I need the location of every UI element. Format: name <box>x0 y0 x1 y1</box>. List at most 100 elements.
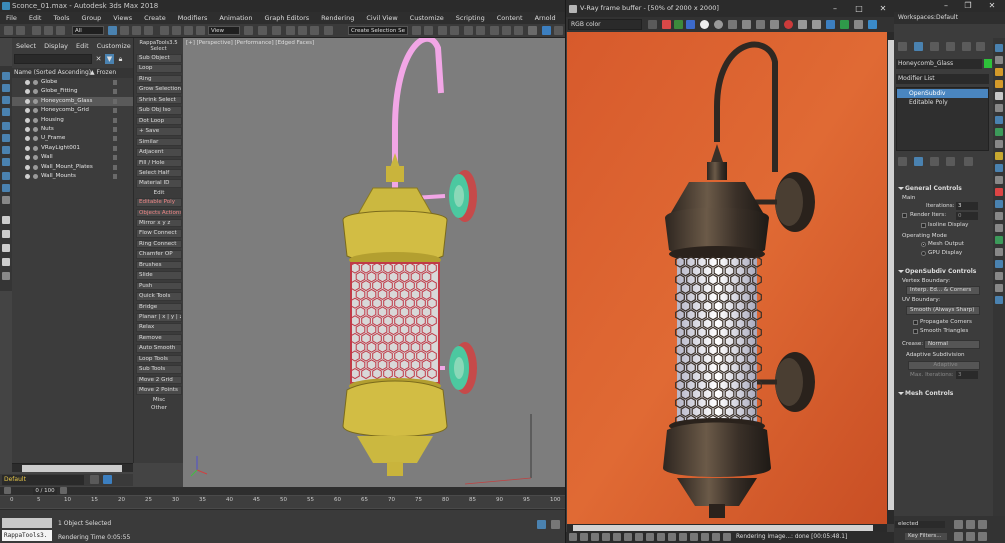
snap-3d-icon[interactable] <box>272 26 281 35</box>
spinner-snap-icon[interactable] <box>310 26 319 35</box>
list-item[interactable]: Honeycomb_Glass <box>12 96 133 107</box>
time-slider[interactable]: 0 / 100 0 5 10 15 20 25 30 35 40 45 50 55 60 65 70 75 80… <box>0 487 565 509</box>
rappa-button-remove[interactable]: Remove <box>136 333 182 343</box>
mirror-icon[interactable] <box>412 26 421 35</box>
move-icon[interactable] <box>160 26 169 35</box>
side-tool-icon[interactable] <box>995 104 1003 112</box>
edit-named-selection-icon[interactable] <box>324 26 333 35</box>
modify-tab-icon[interactable] <box>914 42 923 51</box>
vfb-status-icon-6[interactable] <box>624 533 632 541</box>
render-production-icon[interactable] <box>528 26 537 35</box>
list-icon[interactable] <box>2 230 10 238</box>
side-tool-icon[interactable] <box>995 164 1003 172</box>
rappa-button-move-2-grid[interactable]: Move 2 Grid <box>136 375 182 385</box>
freeze-icon[interactable] <box>113 145 117 151</box>
layers-icon[interactable] <box>2 108 10 116</box>
smooth-triangles-checkbox[interactable] <box>913 329 918 334</box>
freeze-icon[interactable] <box>113 80 117 85</box>
menu-item-customize[interactable]: Customize <box>404 14 450 22</box>
vfb-status-icon-9[interactable] <box>657 533 665 541</box>
visibility-icon[interactable] <box>25 89 30 95</box>
shapes-icon[interactable] <box>2 134 10 142</box>
red-channel-icon[interactable] <box>662 20 671 29</box>
list-item[interactable]: Globe_Fitting <box>12 87 133 96</box>
frame-indicator[interactable]: 0 / 100 <box>33 488 57 495</box>
side-tool-icon[interactable] <box>995 92 1003 100</box>
visibility-icon[interactable] <box>25 98 30 104</box>
vfb-status-icon-5[interactable] <box>613 533 621 541</box>
main-restore-icon[interactable]: ❐ <box>956 0 980 12</box>
schematic-view-icon[interactable] <box>476 26 485 35</box>
perspective-viewport[interactable]: [+] [Perspective] [Performance] [Edged F… <box>183 35 565 487</box>
explorer-column-header[interactable]: Name (Sorted Ascending) ▲ Frozen <box>12 68 133 78</box>
freeze-icon[interactable] <box>113 173 117 179</box>
rappa-button-objects-actions[interactable]: Objects Actions <box>136 208 182 217</box>
curve-editor-icon[interactable] <box>464 26 473 35</box>
motion-tab-icon[interactable] <box>946 42 955 51</box>
green-channel-icon[interactable] <box>674 20 683 29</box>
side-tool-icon[interactable] <box>995 140 1003 148</box>
zoom-extents-icon[interactable] <box>978 520 987 529</box>
visibility-icon[interactable] <box>25 164 30 170</box>
display-icon[interactable] <box>2 96 10 104</box>
percent-snap-icon[interactable] <box>298 26 307 35</box>
vfb-status-icon-15[interactable] <box>723 533 731 541</box>
visibility-icon[interactable] <box>25 117 30 123</box>
viewport-label[interactable]: [+] [Perspective] [Performance] [Edged F… <box>186 40 314 46</box>
crosshair-icon[interactable] <box>812 20 821 29</box>
bind-spacewarp-icon[interactable] <box>56 26 65 35</box>
side-tool-icon[interactable] <box>995 80 1003 88</box>
menu-item-rendering[interactable]: Rendering <box>315 14 360 22</box>
rappa-button-grow-selection[interactable]: Grow Selection <box>136 85 182 94</box>
side-tool-icon[interactable] <box>995 56 1003 64</box>
menu-item-modifiers[interactable]: Modifiers <box>172 14 214 22</box>
copy-icon[interactable] <box>770 20 779 29</box>
undo-icon[interactable] <box>4 26 13 35</box>
main-close-icon[interactable]: ✕ <box>980 0 1004 12</box>
rappa-button-dot-loop[interactable]: Dot Loop <box>136 116 182 126</box>
vfb-status-icon-4[interactable] <box>602 533 610 541</box>
keyboard-shortcut-icon[interactable] <box>258 26 267 35</box>
freeze-icon[interactable] <box>113 117 117 123</box>
name-column-header[interactable]: Name (Sorted Ascending) <box>14 69 91 76</box>
side-tool-icon[interactable] <box>995 236 1003 244</box>
rappa-button-ring-connect[interactable]: Ring Connect <box>136 239 182 249</box>
frozen-column-header[interactable]: ▲ Frozen <box>90 68 116 78</box>
stack-item-editable-poly[interactable]: Editable Poly <box>897 98 988 107</box>
iterations-spinner[interactable]: 3 <box>956 202 978 210</box>
visibility-icon[interactable] <box>25 145 30 151</box>
slider-prev-icon[interactable] <box>4 487 11 494</box>
rappa-button-planar-x-y-z[interactable]: Planar | x | y | z <box>136 313 182 322</box>
blue-channel-icon[interactable] <box>686 20 695 29</box>
geometry-icon[interactable] <box>2 122 10 130</box>
zoom-all-icon[interactable] <box>966 520 975 529</box>
freeze-icon[interactable] <box>113 108 117 114</box>
rappa-button-slide[interactable]: Slide <box>136 271 182 280</box>
render-stop-icon[interactable] <box>784 20 793 29</box>
vfb-hscroll-thumb[interactable] <box>573 525 873 531</box>
configure-modifier-sets-icon[interactable] <box>964 157 973 166</box>
adaptive-button[interactable]: Adaptive <box>908 361 980 370</box>
rappa-button-material-id[interactable]: Material ID <box>136 179 182 188</box>
list-item[interactable]: Globe <box>12 78 133 87</box>
track-bar[interactable]: 0 5 10 15 20 25 30 35 40 45 50 55 60 65 70 75 80 85 90 95 10… <box>0 496 565 508</box>
side-tool-icon[interactable] <box>995 188 1003 196</box>
rappa-button-relax[interactable]: Relax <box>136 323 182 332</box>
minimize-icon[interactable]: – <box>823 0 847 17</box>
maxscript-listener-pink[interactable] <box>2 518 52 528</box>
layer-stack-icon[interactable] <box>90 475 99 484</box>
visibility-icon[interactable] <box>25 108 30 114</box>
menu-item-edit[interactable]: Edit <box>23 14 48 22</box>
side-tool-icon[interactable] <box>995 296 1003 304</box>
history-icon[interactable] <box>854 20 863 29</box>
reference-coord-dropdown[interactable]: View <box>208 26 240 35</box>
isolate-icon[interactable] <box>537 520 546 529</box>
zoom-icon[interactable] <box>954 520 963 529</box>
layer-explorer-icon[interactable] <box>450 26 459 35</box>
vray-icon[interactable] <box>542 26 551 35</box>
vfb-status-icon-1[interactable] <box>569 533 577 541</box>
rappa-button-shrink-select[interactable]: Shrink Select <box>136 95 182 105</box>
uv-boundary-dropdown[interactable]: Smooth (Always Sharp) <box>906 306 980 315</box>
rappa-button-loop-tools[interactable]: Loop Tools <box>136 354 182 364</box>
rappa-button-adjacent[interactable]: Adjacent <box>136 148 182 157</box>
